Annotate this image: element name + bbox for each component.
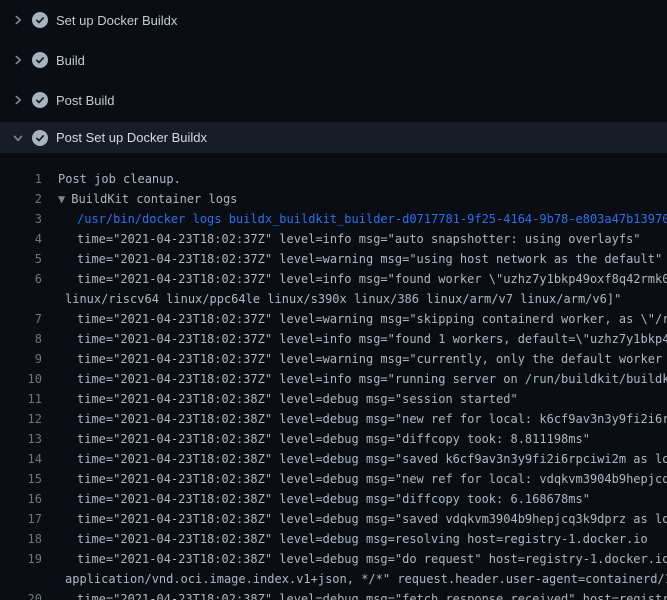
log-line-continuation: application/vnd.oci.image.index.v1+json,…: [0, 569, 667, 589]
line-text: time="2021-04-23T18:02:38Z" level=debug …: [42, 469, 667, 489]
check-circle-icon: [32, 12, 48, 28]
step-row-expanded[interactable]: Post Set up Docker Buildx: [0, 122, 667, 153]
line-number: [0, 289, 42, 309]
step-label: Post Build: [56, 93, 115, 108]
log-line: 6 time="2021-04-23T18:02:37Z" level=info…: [0, 269, 667, 289]
line-text: time="2021-04-23T18:02:37Z" level=warnin…: [42, 349, 667, 369]
chevron-icon[interactable]: [12, 132, 24, 144]
chevron-icon[interactable]: [12, 54, 24, 66]
log-line: 1 Post job cleanup.: [0, 169, 667, 189]
line-text: time="2021-04-23T18:02:37Z" level=warnin…: [42, 309, 667, 329]
line-text: time="2021-04-23T18:02:37Z" level=info m…: [42, 369, 667, 389]
line-text: linux/riscv64 linux/ppc64le linux/s390x …: [42, 289, 621, 309]
chevron-icon[interactable]: [12, 94, 24, 106]
line-number[interactable]: 6: [0, 269, 42, 289]
check-circle-icon: [32, 52, 48, 68]
line-text: time="2021-04-23T18:02:38Z" level=debug …: [42, 449, 667, 469]
line-text: time="2021-04-23T18:02:37Z" level=warnin…: [42, 249, 662, 269]
line-number[interactable]: 3: [0, 209, 42, 229]
line-text: time="2021-04-23T18:02:38Z" level=debug …: [42, 489, 590, 509]
line-number[interactable]: 19: [0, 549, 42, 569]
step-row-collapsed[interactable]: Set up Docker Buildx: [0, 0, 667, 40]
log-line: 10 time="2021-04-23T18:02:37Z" level=inf…: [0, 369, 667, 389]
log-line: 13 time="2021-04-23T18:02:38Z" level=deb…: [0, 429, 667, 449]
line-number[interactable]: 1: [0, 169, 42, 189]
log-line: 8 time="2021-04-23T18:02:37Z" level=info…: [0, 329, 667, 349]
log-line: 9 time="2021-04-23T18:02:37Z" level=warn…: [0, 349, 667, 369]
log-lines: 1 Post job cleanup. 2 ▼ BuildKit contain…: [0, 153, 667, 600]
log-line: 19 time="2021-04-23T18:02:38Z" level=deb…: [0, 549, 667, 569]
line-text: /usr/bin/docker logs buildx_buildkit_bui…: [42, 209, 667, 229]
line-number[interactable]: 13: [0, 429, 42, 449]
line-number[interactable]: 10: [0, 369, 42, 389]
log-line: 2 ▼ BuildKit container logs: [0, 189, 667, 209]
log-line: 7 time="2021-04-23T18:02:37Z" level=warn…: [0, 309, 667, 329]
steps-list: Set up Docker Buildx Build Post Build Po…: [0, 0, 667, 153]
line-number[interactable]: 18: [0, 529, 42, 549]
step-label: Set up Docker Buildx: [56, 13, 177, 28]
line-number[interactable]: 11: [0, 389, 42, 409]
line-number[interactable]: 8: [0, 329, 42, 349]
line-text: time="2021-04-23T18:02:37Z" level=info m…: [42, 329, 667, 349]
workflow-log-viewer: Set up Docker Buildx Build Post Build Po…: [0, 0, 667, 600]
line-text: time="2021-04-23T18:02:38Z" level=debug …: [42, 549, 667, 569]
line-text: application/vnd.oci.image.index.v1+json,…: [42, 569, 667, 589]
step-label: Build: [56, 53, 85, 68]
line-text: time="2021-04-23T18:02:38Z" level=debug …: [42, 589, 667, 600]
line-text: time="2021-04-23T18:02:37Z" level=info m…: [42, 229, 641, 249]
log-line-continuation: linux/riscv64 linux/ppc64le linux/s390x …: [0, 289, 667, 309]
log-line: 3 /usr/bin/docker logs buildx_buildkit_b…: [0, 209, 667, 229]
step-row-collapsed[interactable]: Build: [0, 40, 667, 80]
line-text: BuildKit container logs: [65, 189, 237, 209]
line-number[interactable]: 4: [0, 229, 42, 249]
log-line: 16 time="2021-04-23T18:02:38Z" level=deb…: [0, 489, 667, 509]
line-text: time="2021-04-23T18:02:38Z" level=debug …: [42, 529, 648, 549]
line-number[interactable]: 16: [0, 489, 42, 509]
line-number[interactable]: 7: [0, 309, 42, 329]
line-text: time="2021-04-23T18:02:38Z" level=debug …: [42, 389, 518, 409]
check-circle-icon: [32, 130, 48, 146]
chevron-icon[interactable]: [12, 14, 24, 26]
log-line: 14 time="2021-04-23T18:02:38Z" level=deb…: [0, 449, 667, 469]
line-number[interactable]: 14: [0, 449, 42, 469]
line-text: time="2021-04-23T18:02:38Z" level=debug …: [42, 429, 590, 449]
log-line: 4 time="2021-04-23T18:02:37Z" level=info…: [0, 229, 667, 249]
line-number[interactable]: 15: [0, 469, 42, 489]
log-line: 12 time="2021-04-23T18:02:38Z" level=deb…: [0, 409, 667, 429]
line-number[interactable]: 5: [0, 249, 42, 269]
line-number[interactable]: 9: [0, 349, 42, 369]
step-label: Post Set up Docker Buildx: [56, 130, 207, 145]
line-text: time="2021-04-23T18:02:37Z" level=info m…: [42, 269, 667, 289]
line-number[interactable]: 20: [0, 589, 42, 600]
log-line: 17 time="2021-04-23T18:02:38Z" level=deb…: [0, 509, 667, 529]
log-line: 5 time="2021-04-23T18:02:37Z" level=warn…: [0, 249, 667, 269]
log-line: 15 time="2021-04-23T18:02:38Z" level=deb…: [0, 469, 667, 489]
line-number[interactable]: 2: [0, 189, 42, 209]
check-circle-icon: [32, 92, 48, 108]
line-number[interactable]: 17: [0, 509, 42, 529]
log-line: 20 time="2021-04-23T18:02:38Z" level=deb…: [0, 589, 667, 600]
log-line: 18 time="2021-04-23T18:02:38Z" level=deb…: [0, 529, 667, 549]
log-line: 11 time="2021-04-23T18:02:38Z" level=deb…: [0, 389, 667, 409]
line-number: [0, 569, 42, 589]
log-group-toggle-icon[interactable]: ▼: [42, 189, 65, 209]
line-text: time="2021-04-23T18:02:38Z" level=debug …: [42, 509, 667, 529]
step-row-collapsed[interactable]: Post Build: [0, 80, 667, 120]
line-text: Post job cleanup.: [42, 169, 181, 189]
line-text: time="2021-04-23T18:02:38Z" level=debug …: [42, 409, 667, 429]
line-number[interactable]: 12: [0, 409, 42, 429]
